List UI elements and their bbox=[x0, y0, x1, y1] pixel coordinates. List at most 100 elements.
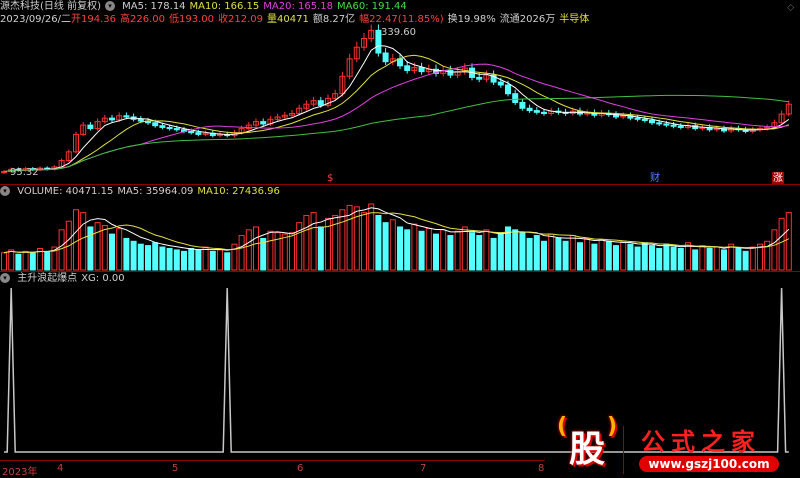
logo-glyph: 股 bbox=[568, 429, 605, 470]
volume-bar bbox=[706, 247, 713, 271]
low-label: 95.32 bbox=[10, 167, 39, 178]
volume-bar bbox=[274, 232, 281, 271]
volume-bar bbox=[526, 237, 533, 271]
volume-bar bbox=[303, 214, 310, 271]
volume-bar bbox=[116, 227, 123, 271]
volume-bar bbox=[577, 242, 583, 271]
volume-bar bbox=[598, 239, 605, 271]
volume-bar bbox=[433, 233, 439, 271]
volume-bar bbox=[663, 243, 670, 271]
volume-bar bbox=[418, 230, 425, 271]
volume-bar bbox=[130, 240, 137, 271]
candle-body bbox=[317, 100, 324, 106]
volume-bar bbox=[166, 247, 173, 271]
volume-bar bbox=[188, 247, 195, 271]
indicator-header: ▾ 主升浪起爆点 XG: 0.00 bbox=[0, 272, 129, 285]
candle-body bbox=[649, 119, 655, 124]
volume-bar bbox=[771, 229, 778, 271]
volume-bar bbox=[497, 232, 504, 271]
volume-bar bbox=[397, 226, 403, 271]
candle-body bbox=[677, 125, 684, 128]
volume-bar bbox=[461, 226, 468, 271]
volume-bar bbox=[670, 246, 677, 271]
ma5-line bbox=[3, 45, 790, 173]
volume-bar bbox=[627, 243, 634, 271]
volume-bar bbox=[742, 250, 749, 271]
candle-body bbox=[159, 125, 166, 128]
volume-bar bbox=[8, 249, 15, 271]
volume-value: VOLUME: 40471.15 bbox=[17, 186, 114, 197]
volume-bar bbox=[454, 230, 461, 271]
volume-bar bbox=[548, 233, 555, 271]
high-label: 339.60 bbox=[381, 27, 416, 38]
dropdown-icon[interactable]: ▾ bbox=[0, 273, 10, 283]
volume-bar bbox=[447, 235, 454, 271]
volume-bar bbox=[404, 229, 411, 271]
candle-body bbox=[188, 130, 195, 134]
candle-body bbox=[634, 117, 641, 120]
vol-ma5: MA5: 35964.09 bbox=[117, 186, 194, 197]
volume-bar bbox=[512, 229, 519, 271]
volume-bar bbox=[29, 252, 36, 271]
volume-bar bbox=[209, 250, 216, 271]
candle-body bbox=[541, 111, 547, 114]
candle-body bbox=[512, 93, 519, 103]
candle-body bbox=[497, 81, 504, 86]
candle-body bbox=[260, 121, 267, 125]
volume-bar bbox=[202, 246, 209, 271]
candle-body bbox=[519, 101, 526, 109]
volume-bar bbox=[562, 240, 569, 271]
volume-bar bbox=[310, 212, 317, 271]
volume-bar bbox=[281, 233, 288, 271]
volume-bar bbox=[541, 240, 547, 271]
volume-bar bbox=[137, 243, 144, 271]
candle-body bbox=[505, 84, 511, 95]
volume-bar bbox=[735, 247, 742, 271]
volume-bar bbox=[699, 245, 706, 271]
volume-bar bbox=[476, 235, 483, 271]
logo-icon: () 股 bbox=[557, 414, 617, 470]
volume-bar bbox=[382, 222, 389, 271]
volume-bar bbox=[641, 242, 648, 271]
chart-canvas[interactable] bbox=[0, 0, 800, 476]
volume-bar bbox=[749, 246, 756, 271]
volume-bar bbox=[620, 240, 627, 271]
volume-bar bbox=[195, 249, 202, 271]
axis-label: 8 bbox=[538, 463, 545, 474]
volume-bar bbox=[591, 243, 598, 271]
volume-bar bbox=[656, 247, 663, 271]
ma10-line bbox=[3, 54, 789, 173]
volume-bar bbox=[555, 237, 562, 271]
volume-bar bbox=[677, 247, 684, 271]
volume-bar bbox=[181, 250, 187, 271]
indicator-name: 主升浪起爆点 bbox=[17, 273, 78, 284]
candle-body bbox=[173, 128, 180, 131]
volume-bar bbox=[159, 246, 166, 271]
volume-bar bbox=[289, 232, 295, 271]
volume-bar bbox=[721, 249, 727, 271]
volume-bar bbox=[145, 245, 151, 271]
volume-header: ▾ VOLUME: 40471.15 MA5: 35964.09 MA10: 274… bbox=[0, 185, 284, 198]
volume-bar bbox=[634, 246, 641, 271]
dropdown-icon[interactable]: ▾ bbox=[0, 186, 10, 196]
candle-body bbox=[166, 126, 173, 130]
ma60-line bbox=[3, 94, 789, 173]
axis-label: 7 bbox=[420, 463, 427, 474]
volume-bar bbox=[217, 249, 223, 271]
volume-bar bbox=[778, 217, 785, 271]
volume-bar bbox=[109, 233, 115, 271]
volume-bar bbox=[389, 219, 396, 271]
candle-body bbox=[641, 118, 648, 121]
volume-bar bbox=[224, 252, 231, 271]
candle-body bbox=[152, 122, 159, 127]
volume-bar bbox=[713, 246, 720, 271]
volume-bar bbox=[15, 253, 22, 271]
watermark-logo: () 股 公式之家 www.gszj100.com bbox=[555, 414, 800, 476]
logo-url: www.gszj100.com bbox=[639, 456, 779, 472]
candle-body bbox=[137, 118, 144, 122]
volume-bar bbox=[692, 249, 699, 271]
volume-bar bbox=[94, 222, 101, 271]
logo-title: 公式之家 bbox=[641, 428, 761, 456]
volume-bar bbox=[123, 237, 130, 271]
candle-body bbox=[195, 132, 202, 135]
